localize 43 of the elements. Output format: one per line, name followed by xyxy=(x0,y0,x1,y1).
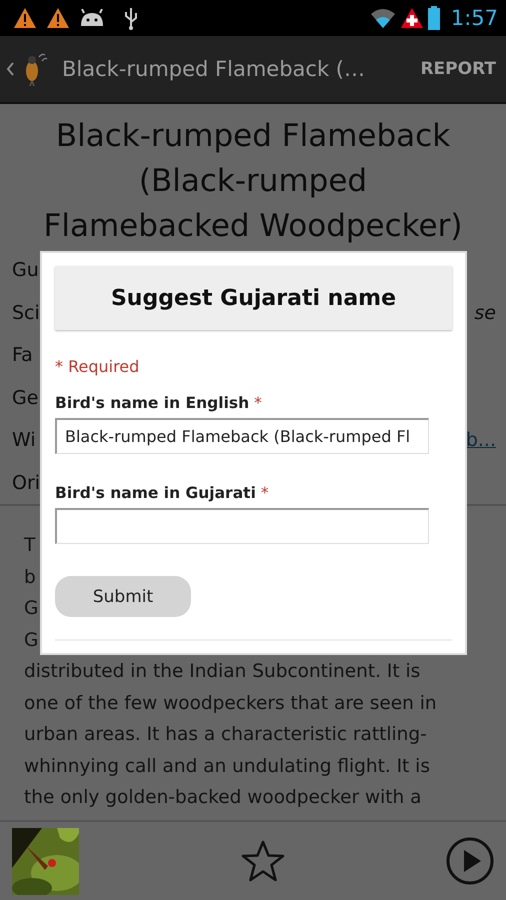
description-text: whinnying call and an undulating flight. It is xyxy=(24,754,430,778)
description-text: T xyxy=(24,534,36,558)
back-caret-icon xyxy=(6,62,14,76)
required-mark: * xyxy=(254,394,262,412)
dialog-title: Suggest Gujarati name xyxy=(110,286,396,310)
bird-title: (Black-rumped xyxy=(138,162,368,201)
usb-icon xyxy=(124,6,138,30)
info-label: Gu xyxy=(12,259,39,282)
required-mark: * xyxy=(260,484,269,502)
battery-icon xyxy=(428,6,440,30)
submit-button[interactable]: Submit xyxy=(55,576,191,617)
info-label: Fa xyxy=(12,344,33,366)
star-icon xyxy=(240,840,284,882)
description-text: urban areas. It has a characteristic rattling- xyxy=(24,723,427,747)
description-text: G xyxy=(24,597,38,621)
input-field[interactable]: Black-rumped Flameback (Black-rumped Fl xyxy=(55,418,429,454)
description-text: distributed in the Indian Subcontinent. It is xyxy=(24,660,420,684)
report-button[interactable]: REPORT xyxy=(420,59,506,79)
bird-title: Black-rumped Flameback xyxy=(54,117,452,156)
input-field[interactable] xyxy=(55,508,429,544)
wifi-icon xyxy=(370,8,396,28)
info-label: Ge xyxy=(12,386,38,409)
android-icon xyxy=(79,9,105,27)
field-label: Bird's name in English xyxy=(55,394,250,412)
info-label: Ori xyxy=(12,472,40,494)
description-text: b xyxy=(24,566,36,590)
play-icon xyxy=(446,837,494,885)
description-text: G xyxy=(24,628,38,652)
warning-icon xyxy=(46,7,70,29)
warning-icon xyxy=(13,7,37,29)
alert-cross-icon xyxy=(400,7,424,29)
field-label: Bird's name in Gujarati xyxy=(55,484,256,502)
play-button[interactable] xyxy=(446,837,494,885)
description-text: the only golden-backed woodpecker with a xyxy=(24,786,422,810)
favorite-star-button[interactable] xyxy=(240,840,284,882)
status-time: 1:57 xyxy=(450,6,498,30)
bird-title: Flamebacked Woodpecker) xyxy=(42,207,464,246)
info-label: Sci xyxy=(12,302,40,324)
description-text: one of the few woodpeckers that are seen in xyxy=(24,692,437,716)
screen-title: Black-rumped Flameback (… xyxy=(62,57,366,81)
required-note: * Required xyxy=(55,357,140,376)
info-value: se xyxy=(474,302,496,324)
info-label: Wi xyxy=(12,429,36,452)
